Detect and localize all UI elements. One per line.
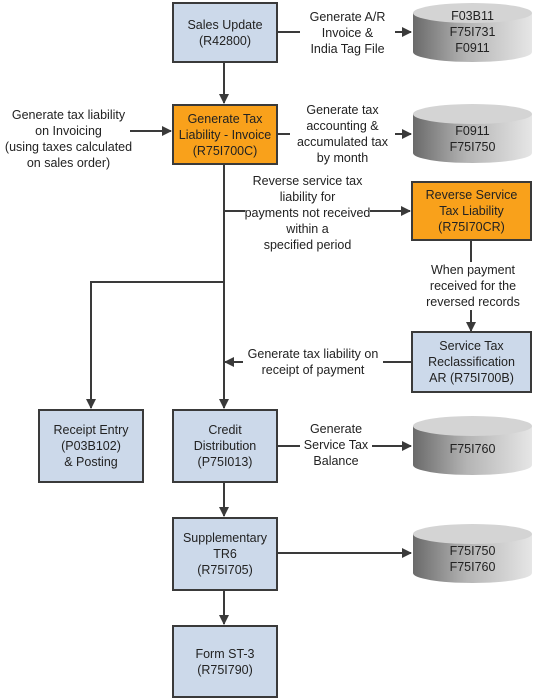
box-text: (P03B102)	[61, 439, 121, 453]
label-line: reversed records	[426, 295, 520, 309]
label-line: Invoice &	[321, 26, 374, 40]
label-line: on sales order)	[26, 156, 111, 170]
box-text: TR6	[213, 547, 237, 561]
table-name: F0911	[455, 41, 490, 55]
box-text: AR (R75I700B)	[429, 371, 514, 385]
label-line: within a	[286, 222, 329, 236]
label-line: payments not received	[244, 205, 371, 221]
label-line: Balance	[313, 454, 359, 468]
table-name: F03B11	[451, 9, 494, 23]
box-text: Distribution	[193, 439, 257, 453]
box-sales-update: Sales Update (R42800)	[172, 2, 278, 63]
label-line: specified period	[263, 238, 352, 252]
box-text: (R42800)	[198, 33, 252, 48]
label-line: Reverse service tax	[252, 174, 363, 188]
box-reverse-service-tax-liability: Reverse Service Tax Liability (R75I70CR)	[411, 181, 532, 241]
box-text: Sales Update	[187, 17, 263, 32]
label-line: Generate tax liability	[11, 108, 126, 122]
label-line: Generate	[309, 422, 363, 436]
label-line: Generate A/R	[309, 10, 386, 24]
box-generate-tax-liability-invoice: Generate Tax Liability - Invoice (R75I70…	[172, 104, 278, 165]
box-text: Service Tax	[439, 339, 504, 353]
label-line: liability for	[279, 190, 336, 204]
box-text: Tax Liability	[439, 204, 504, 218]
table-name: F75I760	[449, 560, 496, 574]
box-text: (R75I705)	[197, 563, 253, 577]
label-line: (using taxes calculated	[4, 140, 133, 154]
box-text: & Posting	[64, 455, 118, 469]
label-payment-received: When payment received for the reversed r…	[418, 262, 528, 310]
box-credit-distribution: Credit Distribution (P75I013)	[172, 409, 278, 483]
box-text: Receipt Entry	[53, 423, 129, 437]
box-supplementary-tr6: Supplementary TR6 (R75I705)	[172, 517, 278, 591]
box-text: Generate Tax	[187, 111, 263, 126]
box-text: Liability - Invoice	[178, 127, 272, 142]
box-text: Reverse Service	[425, 188, 518, 202]
label-ar-invoice: Generate A/R Invoice & India Tag File	[300, 9, 395, 57]
label-tax-accounting: Generate tax accounting & accumulated ta…	[290, 102, 395, 166]
label-line: receipt of payment	[261, 363, 365, 377]
box-text: (R75I70CR)	[438, 220, 505, 234]
box-text: Credit	[208, 423, 242, 437]
box-text: Form ST-3	[195, 646, 255, 661]
box-service-tax-reclassification: Service Tax Reclassification AR (R75I700…	[411, 331, 532, 393]
database-db2: F0911 F75I750	[412, 103, 533, 165]
label-line: accounting &	[306, 119, 379, 133]
label-line: When payment	[430, 263, 516, 277]
label-line: received for the	[429, 279, 517, 293]
box-text: Supplementary	[182, 531, 268, 545]
arrow-to-receipt	[86, 281, 224, 409]
label-line: by month	[316, 151, 369, 165]
label-invoicing-input: Generate tax liability on Invoicing (usi…	[0, 107, 137, 171]
box-text: (P75I013)	[197, 455, 253, 469]
table-name: F75I750	[449, 140, 496, 154]
database-db3: F75I760	[412, 415, 533, 477]
label-line: India Tag File	[310, 42, 385, 56]
label-line: Generate tax	[306, 103, 379, 117]
label-line: accumulated tax	[296, 135, 389, 149]
table-name: F75I750	[449, 544, 496, 558]
database-db4: F75I750 F75I760	[412, 523, 533, 585]
box-form-st3: Form ST-3 (R75I790)	[172, 625, 278, 698]
box-receipt-entry: Receipt Entry (P03B102) & Posting	[38, 409, 144, 483]
label-line: on Invoicing	[35, 124, 102, 138]
database-db1: F03B11 F75I731 F0911	[412, 2, 533, 64]
label-line: Service Tax	[303, 438, 369, 452]
box-text: Reclassification	[428, 355, 515, 369]
label-line: Generate tax liability on	[247, 347, 379, 361]
box-text: (R75I700C)	[192, 143, 258, 158]
label-receipt-of-payment: Generate tax liability on receipt of pay…	[243, 346, 383, 378]
table-name: F0911	[455, 124, 490, 138]
table-name: F75I731	[449, 25, 496, 39]
process-flow-diagram: Generate A/R Invoice & India Tag File Ge…	[0, 0, 533, 699]
box-text: (R75I790)	[197, 662, 253, 677]
label-reverse: Reverse service tax liability for paymen…	[235, 173, 380, 253]
table-name: F75I760	[449, 442, 496, 456]
label-service-tax-balance: Generate Service Tax Balance	[300, 421, 372, 469]
